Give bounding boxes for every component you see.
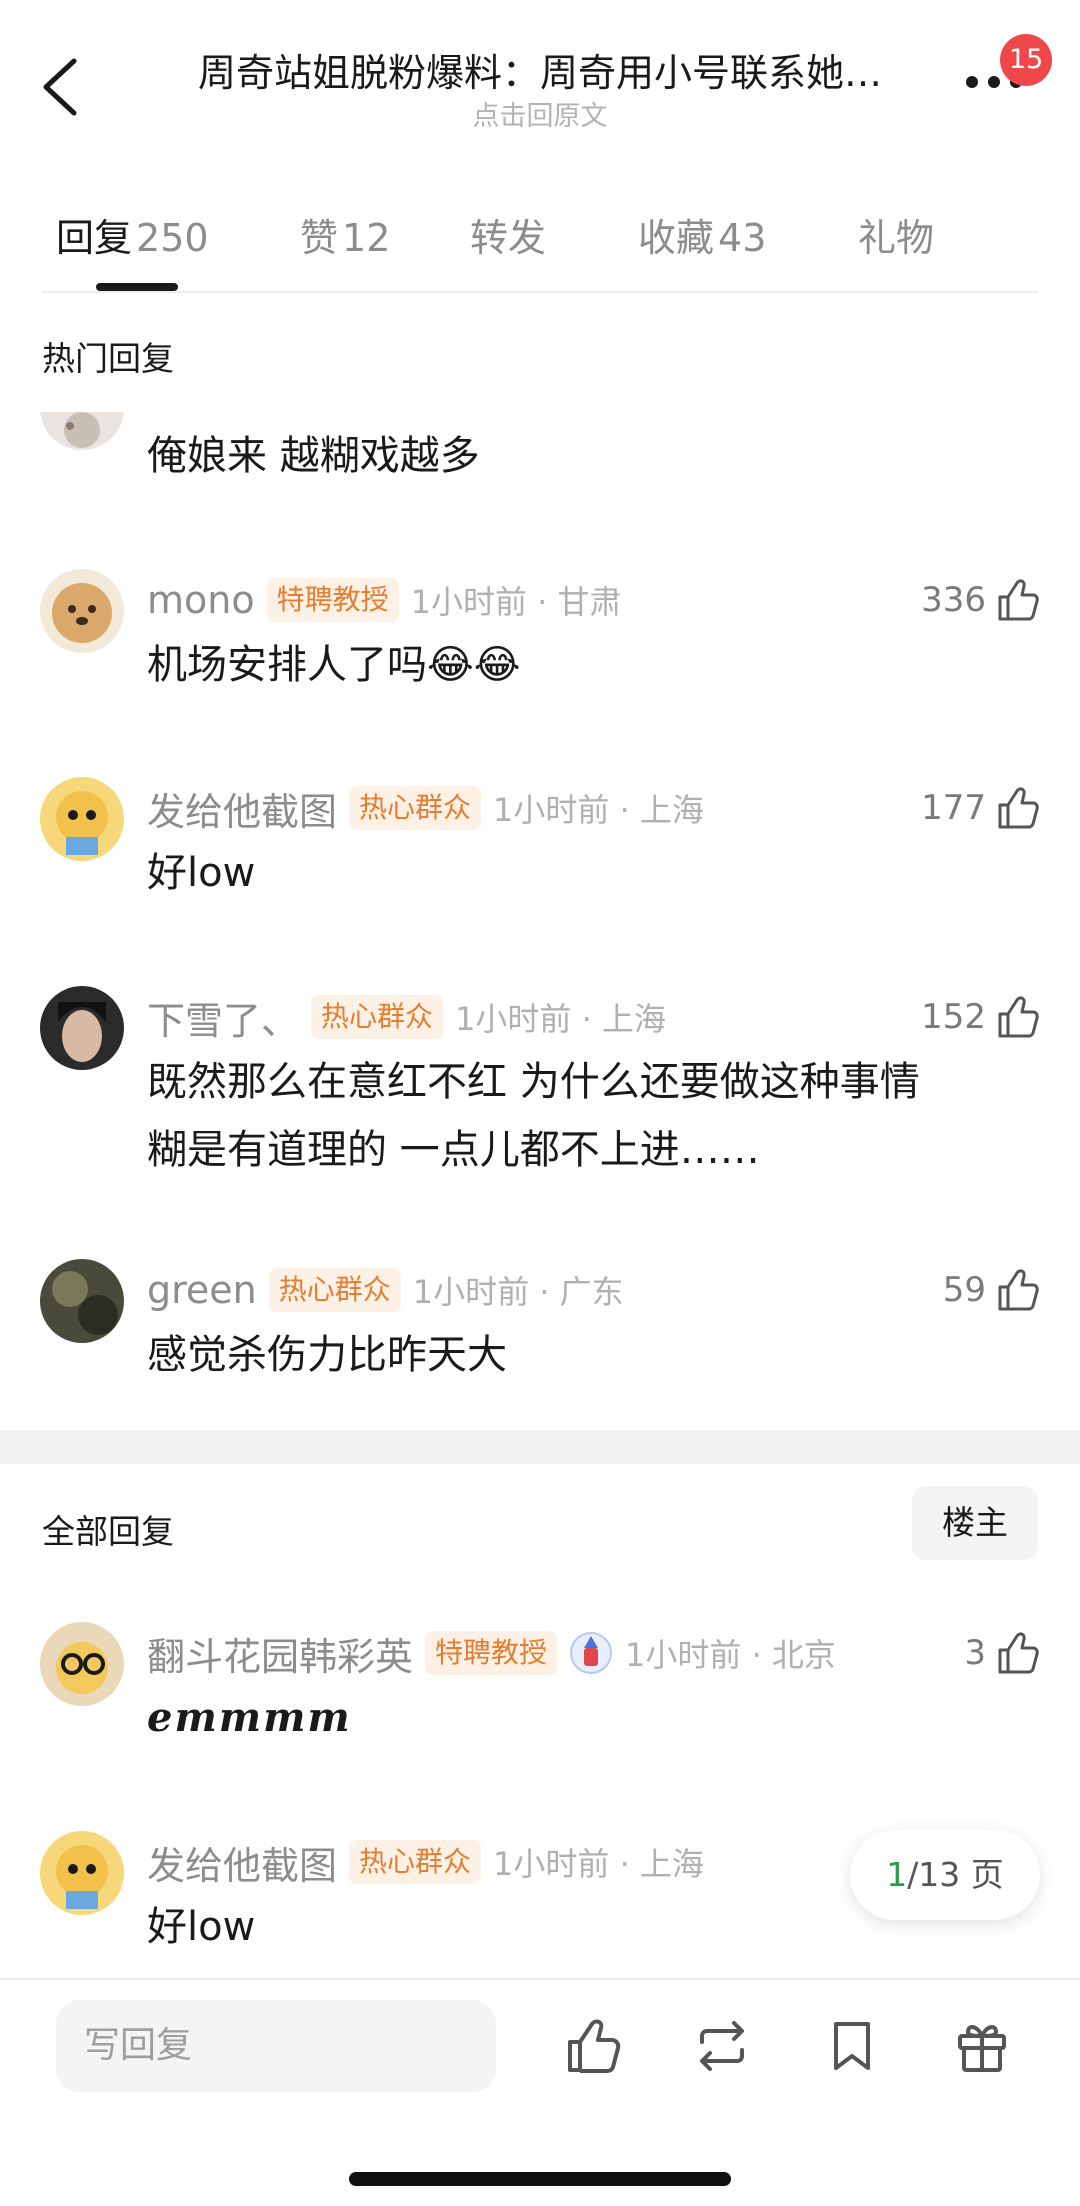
avatar[interactable] bbox=[40, 1622, 124, 1706]
like-icon bbox=[998, 579, 1039, 621]
hot-replies-title: 热门回复 bbox=[42, 339, 174, 378]
user-badge: 特聘教授 bbox=[266, 578, 399, 622]
comment-item[interactable]: 发给他截图 热心群众 1小时前 · 上海 177 好low bbox=[0, 777, 1080, 913]
like-icon bbox=[998, 1632, 1039, 1674]
user-badge: 热心群众 bbox=[349, 786, 482, 830]
op-only-filter-button[interactable]: 楼主 bbox=[912, 1486, 1038, 1560]
back-icon[interactable] bbox=[38, 55, 86, 119]
avatar[interactable] bbox=[40, 569, 124, 653]
divider bbox=[42, 291, 1038, 293]
comment-text: 感觉杀伤力比昨天大 bbox=[147, 1332, 507, 1378]
username[interactable]: 发给他截图 bbox=[147, 781, 337, 836]
comment-item[interactable]: green 热心群众 1小时前 · 广东 59 感觉杀伤力比昨天大 bbox=[0, 1259, 1080, 1395]
like-button[interactable]: 3 bbox=[964, 1628, 1040, 1678]
like-count: 152 bbox=[921, 997, 986, 1037]
page-current: 1 bbox=[886, 1855, 908, 1894]
comment-meta: 下雪了、 热心群众 1小时前 · 上海 bbox=[147, 990, 666, 1045]
like-count: 59 bbox=[942, 1270, 986, 1310]
like-count: 336 bbox=[921, 580, 986, 620]
notification-badge: 15 bbox=[1000, 34, 1052, 86]
username[interactable]: 翻斗花园韩彩英 bbox=[147, 1626, 413, 1681]
avatar[interactable] bbox=[40, 1831, 124, 1915]
gift-icon[interactable] bbox=[952, 2016, 1012, 2076]
timestamp-location: 1小时前 · 广东 bbox=[412, 1273, 624, 1311]
repost-icon[interactable] bbox=[692, 2016, 752, 2076]
back-to-original-link[interactable]: 点击回原文 bbox=[150, 94, 930, 133]
username[interactable]: green bbox=[147, 1268, 257, 1312]
like-icon bbox=[998, 787, 1039, 829]
comment-item[interactable]: 下雪了、 热心群众 1小时前 · 上海 152 既然那么在意红不红 为什么还要做… bbox=[0, 986, 1080, 1192]
like-count: 3 bbox=[964, 1633, 986, 1673]
avatar[interactable] bbox=[40, 986, 124, 1070]
tab-gifts[interactable]: 礼物 bbox=[858, 207, 934, 262]
comment-item[interactable]: 翻斗花园韩彩英 特聘教授 1小时前 · 北京 3 emmmm bbox=[0, 1622, 1080, 1758]
comment-item[interactable]: 俺娘来 越糊戏越多 bbox=[0, 412, 1080, 512]
comment-text: 俺娘来 越糊戏越多 bbox=[147, 433, 480, 479]
page-title[interactable]: 周奇站姐脱粉爆料：周奇用小号联系她… bbox=[150, 42, 930, 97]
section-separator bbox=[0, 1430, 1080, 1464]
comment-text-line-2: 糊是有道理的 一点儿都不上进…… bbox=[147, 1127, 760, 1173]
tab-favorites[interactable]: 收藏 43 bbox=[638, 207, 766, 262]
tab-likes[interactable]: 赞 12 bbox=[300, 207, 390, 262]
comment-text: 好low bbox=[147, 850, 256, 896]
comment-text: 机场安排人了吗😂😂 bbox=[147, 642, 521, 688]
user-badge: 热心群众 bbox=[268, 1268, 401, 1312]
like-icon[interactable] bbox=[562, 2016, 622, 2076]
like-button[interactable]: 177 bbox=[921, 783, 1040, 833]
like-icon bbox=[998, 996, 1039, 1038]
tab-bar: 回复 250 赞 12 转发 收藏 43 礼物 bbox=[0, 195, 1080, 295]
comment-meta: mono 特聘教授 1小时前 · 甘肃 bbox=[147, 575, 622, 625]
like-button[interactable]: 336 bbox=[921, 575, 1040, 625]
active-tab-indicator bbox=[96, 283, 178, 291]
username[interactable]: 下雪了、 bbox=[147, 990, 299, 1045]
like-button[interactable]: 152 bbox=[921, 992, 1040, 1042]
top-bar: 周奇站姐脱粉爆料：周奇用小号联系她… 点击回原文 15 bbox=[0, 0, 1080, 170]
user-badge: 特聘教授 bbox=[425, 1631, 558, 1675]
username[interactable]: mono bbox=[147, 578, 255, 622]
comment-item[interactable]: mono 特聘教授 1小时前 · 甘肃 336 机场安排人了吗😂😂 bbox=[0, 569, 1080, 705]
like-button[interactable]: 59 bbox=[943, 1265, 1040, 1315]
reply-input[interactable]: 写回复 bbox=[56, 2000, 496, 2092]
comment-meta: green 热心群众 1小时前 · 广东 bbox=[147, 1265, 624, 1315]
timestamp-location: 1小时前 · 上海 bbox=[455, 1000, 666, 1038]
home-indicator bbox=[349, 2172, 731, 2186]
like-icon bbox=[998, 1269, 1039, 1311]
avatar[interactable] bbox=[40, 777, 124, 861]
tab-reposts[interactable]: 转发 bbox=[470, 207, 546, 262]
medal-icon bbox=[570, 1632, 613, 1674]
page-total: /13 页 bbox=[907, 1855, 1004, 1894]
comment-meta: 发给他截图 热心群众 1小时前 · 上海 bbox=[147, 781, 704, 836]
comment-text-line-1: 既然那么在意红不红 为什么还要做这种事情 bbox=[147, 1059, 920, 1105]
like-count: 177 bbox=[921, 788, 986, 828]
bottom-divider bbox=[0, 1978, 1080, 1980]
avatar[interactable] bbox=[40, 1259, 124, 1343]
timestamp-location: 1小时前 · 甘肃 bbox=[410, 583, 622, 621]
username[interactable]: 发给他截图 bbox=[147, 1835, 337, 1890]
all-replies-title: 全部回复 bbox=[42, 1512, 174, 1551]
comment-text: emmmm bbox=[147, 1694, 352, 1741]
user-badge: 热心群众 bbox=[349, 1840, 482, 1884]
timestamp-location: 1小时前 · 上海 bbox=[493, 791, 704, 829]
comment-meta: 翻斗花园韩彩英 特聘教授 1小时前 · 北京 bbox=[147, 1626, 836, 1681]
tab-replies[interactable]: 回复 250 bbox=[56, 207, 209, 262]
timestamp-location: 1小时前 · 北京 bbox=[625, 1636, 836, 1674]
comment-meta: 发给他截图 热心群众 1小时前 · 上海 bbox=[147, 1835, 704, 1890]
bookmark-icon[interactable] bbox=[822, 2016, 882, 2076]
comment-text: 好low bbox=[147, 1904, 256, 1950]
timestamp-location: 1小时前 · 上海 bbox=[493, 1845, 704, 1883]
user-badge: 热心群众 bbox=[311, 995, 444, 1039]
page-indicator[interactable]: 1/13 页 bbox=[850, 1830, 1040, 1920]
